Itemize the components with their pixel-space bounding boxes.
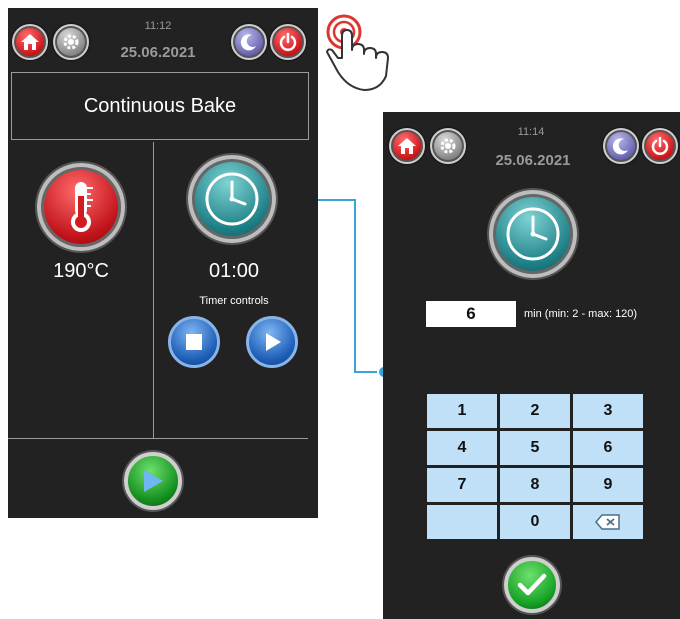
play-icon <box>266 333 281 351</box>
divider-horizontal <box>8 438 308 439</box>
current-date: 25.06.2021 <box>120 44 196 61</box>
timer-play-button[interactable] <box>246 316 298 368</box>
home-icon <box>21 34 39 50</box>
key-6[interactable]: 6 <box>573 431 643 465</box>
clock-time: 11:14 <box>517 126 545 138</box>
key-3[interactable]: 3 <box>573 394 643 428</box>
thermometer-icon <box>71 182 93 232</box>
home-button[interactable] <box>12 24 48 60</box>
checkmark-icon <box>517 573 547 596</box>
key-2[interactable]: 2 <box>500 394 570 428</box>
mode-title[interactable]: Continuous Bake <box>11 72 309 140</box>
timer-controls-label: Timer controls <box>199 295 269 307</box>
backspace-icon <box>595 514 620 530</box>
power-icon <box>651 136 669 155</box>
temperature-button[interactable] <box>37 163 125 251</box>
temperature-value: 190°C <box>53 260 109 282</box>
timer-entry-screen: 11:14 25.06.2021 6 min (min: 2 - max: 12… <box>383 112 680 619</box>
night-mode-button[interactable] <box>603 128 639 164</box>
timer-stop-button[interactable] <box>168 316 220 368</box>
clock-icon <box>506 207 560 261</box>
moon-icon <box>240 34 256 51</box>
moon-icon <box>612 138 628 155</box>
timer-button[interactable] <box>188 155 276 243</box>
numeric-keypad: 1 2 3 4 5 6 7 8 9 0 <box>427 394 643 542</box>
settings-button[interactable] <box>53 24 89 60</box>
key-1[interactable]: 1 <box>427 394 497 428</box>
divider-vertical <box>153 142 154 438</box>
home-icon <box>398 138 416 154</box>
key-9[interactable]: 9 <box>573 468 643 502</box>
gear-icon <box>440 138 456 154</box>
backspace-button[interactable] <box>573 505 643 539</box>
gear-icon <box>63 34 79 50</box>
current-date: 25.06.2021 <box>495 152 571 169</box>
stop-icon <box>186 334 202 350</box>
power-button[interactable] <box>642 128 678 164</box>
start-program-button[interactable] <box>124 452 182 510</box>
timer-minutes-input[interactable]: 6 <box>426 301 516 327</box>
night-mode-button[interactable] <box>231 24 267 60</box>
play-icon <box>144 470 163 492</box>
key-4[interactable]: 4 <box>427 431 497 465</box>
home-button[interactable] <box>389 128 425 164</box>
oven-main-screen: 11:12 25.06.2021 Continuous Bake 190°C 0… <box>8 8 318 518</box>
settings-button[interactable] <box>430 128 466 164</box>
key-0[interactable]: 0 <box>500 505 570 539</box>
timer-button <box>489 190 577 278</box>
clock-icon <box>205 172 259 226</box>
clock-time: 11:12 <box>144 20 172 32</box>
key-5[interactable]: 5 <box>500 431 570 465</box>
key-blank <box>427 505 497 539</box>
confirm-button[interactable] <box>504 557 560 613</box>
range-hint: min (min: 2 - max: 120) <box>524 308 638 320</box>
hand-tap-icon <box>318 10 418 110</box>
power-icon <box>279 32 297 51</box>
key-7[interactable]: 7 <box>427 468 497 502</box>
timer-value: 01:00 <box>208 260 260 282</box>
key-8[interactable]: 8 <box>500 468 570 502</box>
power-button[interactable] <box>270 24 306 60</box>
